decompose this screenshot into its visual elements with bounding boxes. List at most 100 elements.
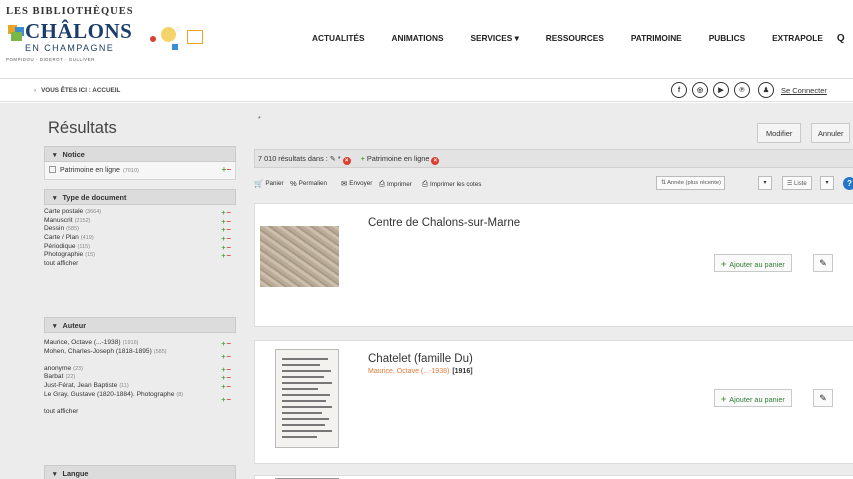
logo-frame-decoration xyxy=(187,30,203,44)
nav-item-extrapole[interactable]: EXTRAPOLE xyxy=(772,33,823,44)
remove-criteria-icon[interactable]: × xyxy=(342,157,351,165)
facebook-icon[interactable]: f xyxy=(671,82,687,98)
facet-heading-langue[interactable]: ▾ Langue xyxy=(44,465,236,479)
view-dropdown-toggle[interactable]: ▾ xyxy=(820,176,834,190)
show-all-link[interactable]: tout afficher xyxy=(44,408,236,417)
login-label[interactable]: Se Connecter xyxy=(781,86,827,95)
facet-item[interactable]: Maurice, Octave (...-1938) (1916) +− xyxy=(44,339,236,348)
checkbox-icon[interactable] xyxy=(49,166,56,173)
chevron-down-icon: ▾ xyxy=(53,471,57,478)
criteria-marker: * xyxy=(337,154,341,163)
facet-heading-notice[interactable]: ▾ Notice xyxy=(44,146,236,162)
nav-item-animations[interactable]: ANIMATIONS xyxy=(392,33,444,44)
facet-list-auteur: Maurice, Octave (...-1938) (1916) +− Mohen… xyxy=(44,339,236,416)
nav-item-patrimoine[interactable]: PATRIMOINE xyxy=(631,33,682,44)
result-title[interactable]: Centre de Chalons-sur-Marne xyxy=(368,217,520,229)
results-toolbar: 🛒 Panier % Permalien ✉ Envoyer ⎙ Imprimer ⎙ I… xyxy=(254,176,853,192)
facet-add-remove[interactable]: +− xyxy=(221,243,232,252)
facet-heading-label: Notice xyxy=(62,150,85,159)
nav-item-publics[interactable]: PUBLICS xyxy=(709,33,745,44)
print-button[interactable]: ⎙ Imprimer xyxy=(379,179,412,189)
list-icon: ☰ xyxy=(787,181,795,187)
facet-add-remove[interactable]: +− xyxy=(221,251,232,260)
facet-add-remove[interactable]: +− xyxy=(221,339,232,348)
send-button[interactable]: ✉ Envoyer xyxy=(341,179,372,188)
facet-item-count: (419) xyxy=(80,235,94,242)
logo-main-text: CHÂLONS xyxy=(25,19,133,43)
print-codes-label: Imprimer les cotes xyxy=(430,180,482,188)
result-thumbnail[interactable] xyxy=(275,349,339,448)
result-title[interactable]: Chatelet (famille Du) xyxy=(368,353,473,365)
facet-item-label: Périodique xyxy=(44,242,76,250)
facet-add-remove[interactable]: +− xyxy=(221,217,232,226)
site-logo[interactable]: LES BIBLIOTHÈQUES CHÂLONS EN CHAMPAGNE P… xyxy=(6,6,221,72)
facet-item[interactable]: Carte / Plan (419) +− xyxy=(44,234,236,243)
facet-item[interactable]: Manuscrit (2152) +− xyxy=(44,217,236,226)
facet-item-label: Maurice, Octave (...-1938) xyxy=(44,339,121,346)
facet-add-remove[interactable]: +− xyxy=(221,395,232,404)
facet-item[interactable]: anonyme (23) +− xyxy=(44,365,236,374)
remove-filter-icon[interactable]: × xyxy=(431,157,440,165)
breadcrumb-text[interactable]: VOUS ÊTES ICI : ACCUEIL xyxy=(41,87,120,94)
add-to-cart-button[interactable]: + Ajouter au panier xyxy=(714,389,792,407)
facet-item[interactable]: Mohen, Charles-Joseph (1818-1895) (585) +− xyxy=(44,348,231,365)
nav-item-ressources[interactable]: RESSOURCES xyxy=(546,33,604,44)
facet-add-remove[interactable]: +− xyxy=(221,208,232,217)
modify-button[interactable]: Modifier xyxy=(757,123,802,143)
sort-dropdown-toggle[interactable]: ▾ xyxy=(758,176,772,190)
logo-dot-decoration xyxy=(150,36,156,42)
facet-heading-auteur[interactable]: ▾ Auteur xyxy=(44,317,236,333)
sort-select[interactable]: ⇅ Année (plus récente) xyxy=(656,176,725,190)
facet-add-remove[interactable]: +− xyxy=(222,165,231,174)
facet-item-count: (2152) xyxy=(74,217,91,224)
add-to-cart-button[interactable]: + Ajouter au panier xyxy=(714,254,792,272)
facet-heading-label: Auteur xyxy=(62,321,87,330)
help-icon[interactable]: ? xyxy=(843,177,853,190)
facet-item[interactable]: Barbat (22) +− xyxy=(44,373,236,382)
facet-item[interactable]: Dessin (585) +− xyxy=(44,225,236,234)
nav-item-services[interactable]: SERVICES ▾ xyxy=(470,33,518,44)
facet-item-label: Le Gray, Gustave (1820-1884). Photograph… xyxy=(44,390,175,398)
facet-item[interactable]: Just-Férat, Jean Baptiste (11) +− xyxy=(44,382,236,391)
nav-item-actualites[interactable]: ACTUALITÉS xyxy=(312,33,365,44)
send-label: Envoyer xyxy=(349,180,373,187)
facet-item[interactable]: Le Gray, Gustave (1820-1884). Photograph… xyxy=(44,390,231,408)
youtube-icon[interactable]: ▶ xyxy=(713,82,729,98)
facet-item[interactable]: Carte postale (3664) +− xyxy=(44,208,236,217)
cancel-button[interactable]: Annuler xyxy=(811,123,851,143)
view-select[interactable]: ☰ Liste xyxy=(782,176,812,190)
show-all-link[interactable]: tout afficher xyxy=(44,260,236,269)
facet-add-remove[interactable]: +− xyxy=(221,352,232,361)
cart-button[interactable]: 🛒 Panier xyxy=(254,179,284,188)
facet-add-remove[interactable]: +− xyxy=(221,373,232,382)
facet-list-type: Carte postale (3664) +− Manuscrit (2152) +− … xyxy=(44,208,236,269)
author-link[interactable]: Maurice, Octave (...-1938) xyxy=(368,368,449,375)
plus-icon: + xyxy=(721,394,727,404)
facet-item[interactable]: Photographie (15) +− xyxy=(44,251,236,260)
print-codes-button[interactable]: ⎙ Imprimer les cotes xyxy=(422,179,481,189)
result-thumbnail[interactable] xyxy=(260,226,339,287)
result-card xyxy=(254,475,853,479)
pinterest-icon[interactable]: ℗ xyxy=(734,82,750,98)
facet-heading-type[interactable]: ▾ Type de document xyxy=(44,189,236,205)
facet-selected-notice[interactable]: Patrimoine en ligne (7010) +− xyxy=(44,162,236,180)
add-to-cart-label: Ajouter au panier xyxy=(729,260,785,269)
facet-item[interactable]: Périodique (115) +− xyxy=(44,243,236,252)
facet-add-remove[interactable]: +− xyxy=(221,382,232,391)
facet-add-remove[interactable]: +− xyxy=(221,225,232,234)
facet-add-remove[interactable]: +− xyxy=(221,234,232,243)
edit-button[interactable]: ✎ xyxy=(813,389,833,407)
permalink-button[interactable]: % Permalien xyxy=(290,179,327,188)
pencil-icon[interactable]: ✎ xyxy=(330,156,336,163)
instagram-icon[interactable]: ◎ xyxy=(692,82,708,98)
search-icon[interactable]: Q xyxy=(837,33,845,44)
login-link[interactable]: ♟ Se Connecter xyxy=(758,82,827,98)
facet-item-count: (585) xyxy=(66,226,79,233)
user-icon[interactable]: ♟ xyxy=(758,82,774,98)
edit-button[interactable]: ✎ xyxy=(813,254,833,272)
facet-item-label: Just-Férat, Jean Baptiste xyxy=(44,382,118,390)
cart-label: Panier xyxy=(265,180,284,187)
query-marker: * xyxy=(258,116,261,123)
facet-heading-label: Langue xyxy=(62,469,89,478)
facet-add-remove[interactable]: +− xyxy=(221,365,232,374)
